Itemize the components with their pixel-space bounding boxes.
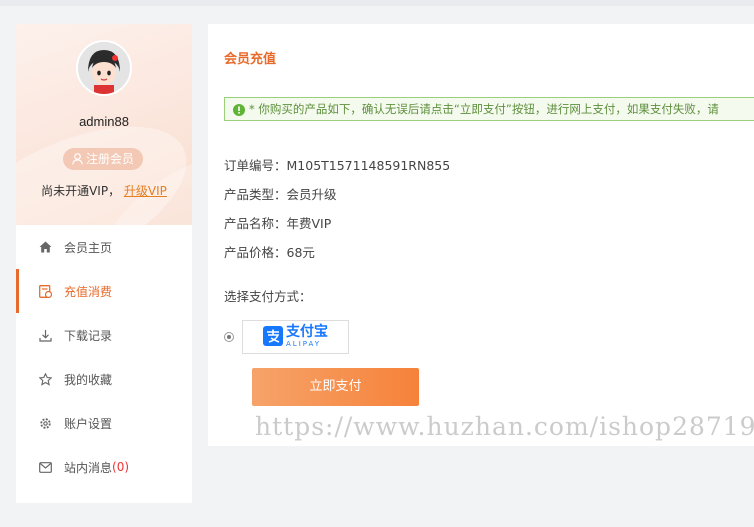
notice-text: * 你购买的产品如下，确认无误后请点击“立即支付”按钮，进行网上支付，如果支付失… bbox=[249, 102, 719, 116]
exclamation-icon bbox=[233, 101, 245, 120]
alipay-icon bbox=[263, 325, 283, 349]
recharge-icon bbox=[38, 284, 52, 298]
payment-method-label: 选择支付方式： bbox=[224, 289, 312, 304]
main-panel: 会员充值 * 你购买的产品如下，确认无误后请点击“立即支付”按钮，进行网上支付，… bbox=[208, 24, 754, 446]
alipay-name-en: ALIPAY bbox=[286, 340, 322, 348]
mail-icon bbox=[38, 460, 52, 474]
alipay-name: 支付宝 bbox=[286, 324, 328, 340]
page-title: 会员充值 bbox=[224, 52, 277, 67]
sidebar-item-label: 下载记录 bbox=[64, 328, 113, 343]
sidebar-item-downloads[interactable]: 下载记录 bbox=[16, 313, 192, 357]
order-number: 订单编号：M105T1571148591RN855 bbox=[224, 158, 451, 173]
star-icon bbox=[38, 372, 52, 386]
download-icon bbox=[38, 328, 52, 342]
product-price: 产品价格：68元 bbox=[224, 245, 315, 260]
sidebar-item-settings[interactable]: 账户设置 bbox=[16, 401, 192, 445]
member-level-label: 注册会员 bbox=[85, 152, 134, 166]
avatar[interactable] bbox=[76, 40, 132, 96]
upgrade-vip-link[interactable]: 升级VIP bbox=[124, 184, 167, 198]
watermark: https://www.huzhan.com/ishop28719 bbox=[255, 412, 754, 441]
sidebar-item-label: 充值消费 bbox=[64, 284, 113, 299]
top-bar bbox=[0, 0, 754, 6]
pay-now-button[interactable]: 立即支付 bbox=[252, 368, 419, 406]
sidebar-item-label: 站内消息 bbox=[64, 460, 113, 475]
product-name: 产品名称：年费VIP bbox=[224, 216, 332, 231]
sidebar-item-home[interactable]: 会员主页 bbox=[16, 225, 192, 269]
alipay-option[interactable]: 支付宝 ALIPAY bbox=[242, 320, 349, 354]
notice-banner: * 你购买的产品如下，确认无误后请点击“立即支付”按钮，进行网上支付，如果支付失… bbox=[224, 97, 754, 121]
profile-card: admin88 注册会员 尚未开通VIP， 升级VIP bbox=[16, 24, 192, 225]
vip-status-text: 尚未开通VIP， bbox=[41, 184, 121, 198]
sidebar-item-messages[interactable]: 站内消息 (0) bbox=[16, 445, 192, 489]
sidebar-item-recharge[interactable]: 充值消费 bbox=[16, 269, 192, 313]
alipay-radio[interactable] bbox=[224, 332, 234, 342]
sidebar: admin88 注册会员 尚未开通VIP， 升级VIP 会员主页 充值消费 下载… bbox=[16, 24, 192, 503]
gear-icon bbox=[38, 416, 52, 430]
sidebar-item-label: 我的收藏 bbox=[64, 372, 113, 387]
message-count: (0) bbox=[112, 460, 130, 474]
member-level-badge: 注册会员 bbox=[63, 148, 143, 170]
sidebar-item-favorites[interactable]: 我的收藏 bbox=[16, 357, 192, 401]
sidebar-item-label: 账户设置 bbox=[64, 416, 113, 431]
alipay-logo-text: 支付宝 ALIPAY bbox=[286, 325, 328, 349]
sidebar-menu: 会员主页 充值消费 下载记录 我的收藏 账户设置 站内消息 (0) bbox=[16, 225, 192, 489]
product-type: 产品类型：会员升级 bbox=[224, 187, 337, 202]
user-icon bbox=[72, 150, 83, 172]
username: admin88 bbox=[79, 114, 129, 129]
home-icon bbox=[38, 240, 52, 254]
sidebar-item-label: 会员主页 bbox=[64, 240, 113, 255]
vip-status: 尚未开通VIP， 升级VIP bbox=[16, 182, 192, 199]
